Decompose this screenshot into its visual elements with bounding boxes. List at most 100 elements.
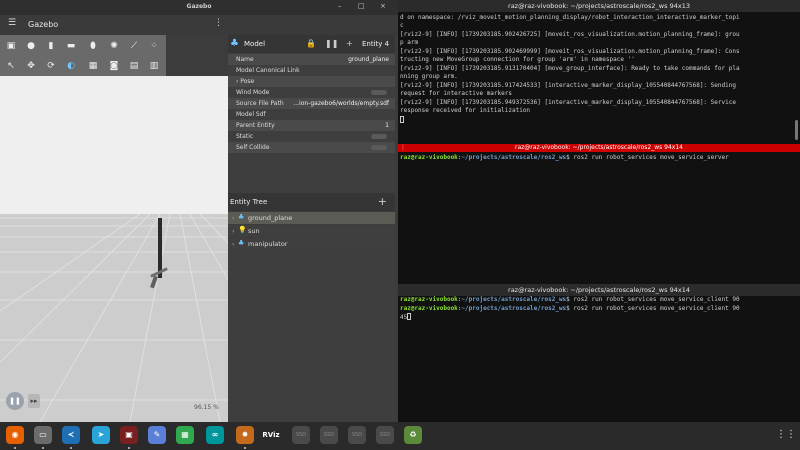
row-value: 1 [385,122,389,129]
terminal-move-service-client[interactable]: raz@raz-vivobook: ~/projects/astroscale/… [398,284,800,422]
copy-icon[interactable]: ▤ [127,59,141,73]
dock-files-icon[interactable]: ▭ [34,426,52,444]
directional-light-icon[interactable]: ⟋ [127,39,141,53]
terminal-title: raz@raz-vivobook: ~/projects/astroscale/… [398,0,800,12]
pause-button[interactable]: ❚❚ [6,392,24,410]
ground-grid [0,214,228,422]
grid-config-icon[interactable]: ▦ [86,59,100,73]
prompt-path: :~/projects/astroscale/ros2_ws [457,154,567,161]
log-line: request for interactive markers [400,90,512,97]
minimize-icon[interactable]: – [338,2,342,10]
tree-item-label: ground_plane [248,214,293,222]
terminal-cursor [407,313,412,320]
inspector-row-source-file: Source File Path ...ion-gazebo6/worlds/e… [228,98,395,109]
log-line: p arm [400,39,419,46]
prompt-line: raz@raz-vivobook:~/projects/astroscale/r… [400,305,740,312]
select-arrow-icon[interactable]: ↖ [4,59,18,73]
static-toggle[interactable] [371,134,387,139]
tree-item-ground-plane[interactable]: › ♣ ground_plane [228,212,395,224]
tree-item-sun[interactable]: › 💡 sun [228,225,395,237]
step-button[interactable]: ▸▸ [28,394,40,408]
prompt-line: raz@raz-vivobook:~/projects/astroscale/r… [400,296,740,303]
point-light-icon[interactable]: ⁘ [147,39,161,53]
screenshot-icon[interactable]: ◙ [107,59,121,73]
prompt-user: raz@raz-vivobook [400,296,458,303]
inspector-row-model-sdf: Model Sdf [228,109,395,120]
row-value: ...ion-gazebo6/worlds/empty.sdf [293,100,389,107]
running-indicator [14,447,16,449]
row-value[interactable]: ground_plane [348,56,389,63]
self-collide-toggle[interactable] [371,145,387,150]
model-icon: ♣ [238,239,245,247]
close-icon[interactable]: × [380,2,386,10]
terminal-scrollbar[interactable] [795,120,798,140]
row-key: Name [236,56,254,63]
log-line: [rviz2-9] [INFO] [1739203185.917424533] … [400,82,736,89]
view-angle-icon[interactable]: ◐ [64,59,78,73]
sphere-shape-icon[interactable]: ● [24,39,38,53]
model-icon: ♣ [238,213,245,221]
expand-arrow-icon[interactable]: › [232,227,235,235]
entity-tree-add-icon[interactable]: + [378,195,387,208]
prompt-user: raz@raz-vivobook [400,154,458,161]
paste-icon[interactable]: ▥ [147,59,161,73]
log-line: d on namespace: /rviz_moveit_motion_plan… [400,14,740,21]
capsule-shape-icon[interactable]: ▬ [64,39,78,53]
dock-drive1-icon[interactable]: SSD [292,426,310,444]
hamburger-menu-icon[interactable]: ☰ [8,18,16,28]
dock-rviz-icon[interactable]: RViz [262,426,280,444]
lock-icon[interactable]: 🔒 [306,39,316,48]
sun-light-icon[interactable]: ✺ [107,39,121,53]
running-indicator [128,447,130,449]
model-icon: ♣ [230,38,239,49]
ellipsoid-shape-icon[interactable]: ⬮ [86,39,100,53]
log-line: [rviz2-9] [INFO] [1739203185.949372536] … [400,99,736,106]
running-indicator [70,447,72,449]
terminal-server-titlebar[interactable]: ⋮ raz@raz-vivobook: ~/projects/astroscal… [398,144,800,152]
gazebo-window: Gazebo – □ × ☰ Gazebo ⋮ ▣ ● ▮ ▬ ⬮ ✺ ⟋ ⁘ … [0,0,398,422]
maximize-icon[interactable]: □ [358,2,365,10]
inspector-pause-icon[interactable]: ❚❚ [325,39,338,48]
scene-sky [0,76,228,214]
log-line: [rviz2-9] [INFO] [1739203185.913170404] … [400,65,740,72]
dock-drive3-icon[interactable]: SSD [348,426,366,444]
light-bulb-icon: 💡 [238,226,247,234]
show-apps-grid-icon[interactable]: ⋮⋮⋮ [776,427,800,443]
cylinder-shape-icon[interactable]: ▮ [44,39,58,53]
dock-firefox-icon[interactable]: ◉ [6,426,24,444]
dock-gazebo-icon[interactable]: ✸ [236,426,254,444]
dock-drive2-icon[interactable]: SSD [320,426,338,444]
translate-icon[interactable]: ✥ [24,59,38,73]
inspector-row-parent-entity: Parent Entity 1 [228,120,395,131]
gazebo-titlebar[interactable]: Gazebo – □ × [0,0,398,15]
inspector-title: Model [244,40,266,48]
dock-calculator-icon[interactable]: ▦ [176,426,194,444]
tree-item-manipulator[interactable]: › ♣ manipulator [228,238,395,250]
running-indicator [42,447,44,449]
dock-trash-icon[interactable]: ♻ [404,426,422,444]
dock-arduino-icon[interactable]: ∞ [206,426,224,444]
dock-drive4-icon[interactable]: SSD [376,426,394,444]
dock-text-editor-icon[interactable]: ✎ [148,426,166,444]
real-time-factor: 96.15 % [194,404,219,411]
rotate-icon[interactable]: ⟳ [44,59,58,73]
prompt-user: raz@raz-vivobook [400,305,458,312]
wind-mode-toggle[interactable] [371,90,387,95]
inspector-row-pose[interactable]: › Pose [228,76,395,87]
dock-telegram-icon[interactable]: ➤ [92,426,110,444]
dock-vscode-icon[interactable]: ≺ [62,426,80,444]
scene-viewport[interactable]: ❚❚ ▸▸ 96.15 % [0,76,228,422]
dock-terminal-icon[interactable]: ▣ [120,426,138,444]
expand-arrow-icon[interactable]: › [232,240,235,248]
terminal-rviz-log[interactable]: raz@raz-vivobook: ~/projects/astroscale/… [398,0,800,144]
box-shape-icon[interactable]: ▣ [4,39,18,53]
row-key: Wind Mode [236,89,270,96]
more-options-icon[interactable]: ⋮ [214,18,223,28]
terminal-move-service-server[interactable]: raz@raz-vivobook:~/projects/astroscale/r… [398,152,800,284]
expand-arrow-icon[interactable]: › [232,214,235,222]
running-indicator [244,447,246,449]
prompt-path: :~/projects/astroscale/ros2_ws [457,305,567,312]
gazebo-appbar: ☰ Gazebo ⋮ [0,15,398,35]
row-key: Model Sdf [236,111,266,118]
inspector-add-icon[interactable]: + [346,39,353,48]
